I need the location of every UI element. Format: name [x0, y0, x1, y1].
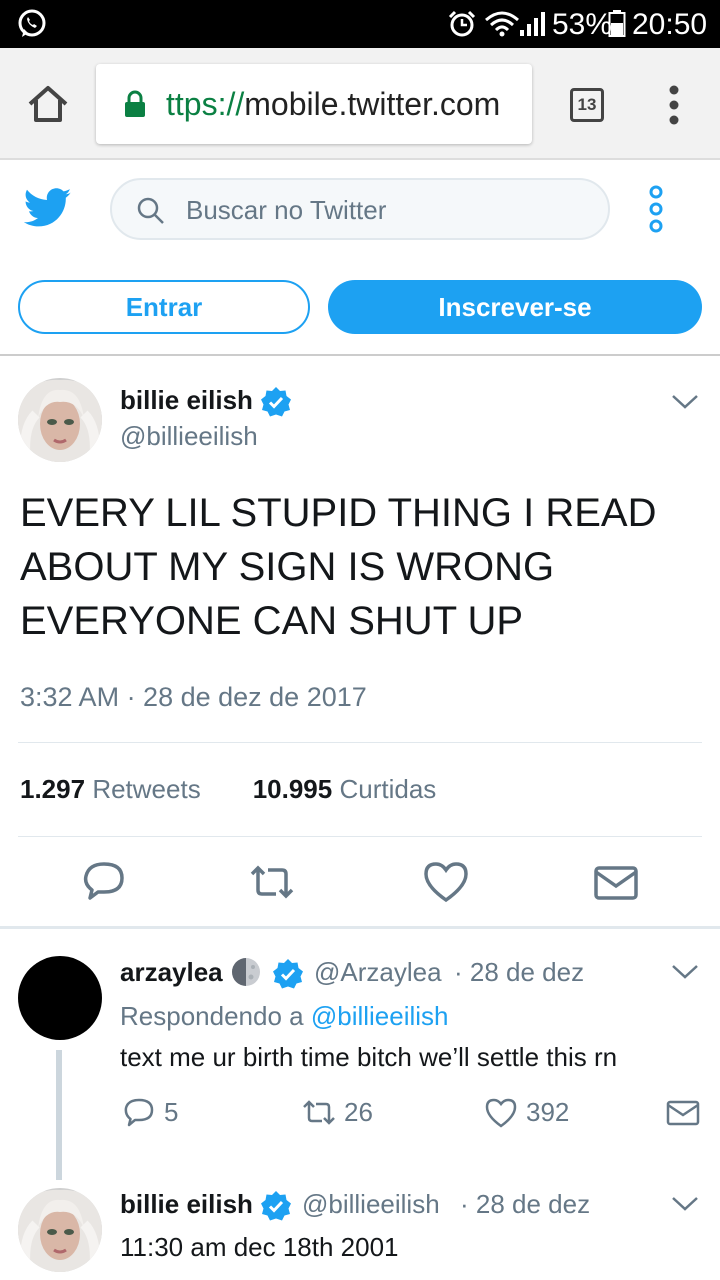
retweet-icon[interactable]	[248, 858, 296, 906]
replying-to-prefix: Respondendo a	[120, 1001, 304, 1031]
reply-author-handle[interactable]: @Arzaylea	[314, 956, 442, 988]
battery-icon	[608, 10, 626, 37]
status-clock: 20:50	[632, 8, 708, 41]
retweet-count[interactable]: 1.297	[20, 774, 85, 804]
avatar[interactable]	[18, 956, 102, 1040]
replying-to-link[interactable]: @billieeilish	[311, 1001, 449, 1031]
reply-icon[interactable]	[80, 858, 128, 906]
address-bar[interactable]: ttps://mobile.twitter.com	[96, 64, 532, 144]
tweet-timestamp[interactable]: 3:32 AM · 28 de dez de 2017	[20, 680, 367, 714]
like-label[interactable]: Curtidas	[339, 774, 436, 804]
browser-toolbar: ttps://mobile.twitter.com 13	[0, 48, 720, 160]
like-heart-icon[interactable]	[484, 1096, 518, 1130]
divider	[18, 742, 702, 743]
verified-badge-icon	[261, 387, 291, 417]
tweet-stats: 1.297 Retweets 10.995 Curtidas	[20, 772, 436, 806]
reply2-text: 11:30 am dec 18th 2001	[120, 1232, 399, 1262]
lock-icon	[125, 90, 145, 117]
tweet-text: EVERY LIL STUPID THING I READ ABOUT MY S…	[20, 491, 657, 643]
chevron-down-icon[interactable]	[670, 962, 700, 982]
more-vertical-icon[interactable]	[664, 84, 684, 126]
retweet-icon[interactable]	[302, 1096, 336, 1130]
twitter-bird-icon[interactable]	[24, 186, 72, 230]
signal-icon	[520, 12, 545, 36]
verified-badge-icon	[273, 959, 303, 989]
avatar-image	[18, 378, 102, 462]
divider	[0, 926, 720, 929]
whatsapp-notification-icon	[18, 9, 46, 37]
login-button[interactable]: Entrar	[18, 280, 310, 334]
search-icon	[137, 197, 164, 224]
search-input[interactable]: Buscar no Twitter	[110, 178, 610, 240]
alarm-icon	[448, 10, 476, 37]
home-icon[interactable]	[26, 82, 70, 126]
thread-line	[56, 1050, 62, 1180]
avatar[interactable]	[18, 1188, 102, 1272]
author-name[interactable]: billie eilish	[120, 384, 253, 416]
divider	[18, 836, 702, 837]
url-host: mobile.twitter.com	[244, 86, 501, 122]
tab-switcher-button[interactable]: 13	[570, 88, 604, 122]
author-handle[interactable]: @billieeilish	[120, 420, 258, 452]
reply-author-name[interactable]: arzaylea	[120, 956, 223, 988]
signup-button[interactable]: Inscrever-se	[328, 280, 702, 334]
chevron-down-icon[interactable]	[670, 392, 700, 412]
like-count[interactable]: 10.995	[253, 774, 333, 804]
retweet-count: 26	[344, 1097, 373, 1127]
direct-message-icon[interactable]	[592, 858, 640, 906]
reply2-author-name[interactable]: billie eilish	[120, 1188, 253, 1220]
direct-message-icon[interactable]	[666, 1096, 700, 1130]
reply2-date[interactable]: · 28 de dez	[460, 1188, 590, 1220]
battery-percent: 53%	[552, 8, 613, 41]
retweet-label[interactable]: Retweets	[92, 774, 200, 804]
reply-count: 5	[164, 1097, 179, 1127]
like-heart-icon[interactable]	[422, 858, 470, 906]
url-text: ttps://mobile.twitter.com	[166, 84, 500, 124]
status-bar: 53% 20:50	[0, 0, 720, 48]
like-count: 392	[526, 1097, 570, 1127]
reply-text: text me ur birth time bitch we’ll settle…	[120, 1042, 618, 1072]
reply2-author-handle[interactable]: @billieeilish	[302, 1188, 440, 1220]
verified-badge-icon	[261, 1191, 291, 1221]
avatar[interactable]	[18, 378, 102, 462]
replying-to: Respondendo a @billieeilish	[120, 1000, 449, 1032]
more-options-icon[interactable]	[646, 184, 666, 234]
divider	[0, 354, 720, 356]
wifi-icon	[485, 11, 519, 37]
reply-icon[interactable]	[122, 1096, 156, 1130]
url-scheme: ttps://	[166, 86, 245, 122]
avatar-image	[18, 1188, 102, 1272]
moon-emoji-icon	[232, 958, 260, 986]
chevron-down-icon[interactable]	[670, 1194, 700, 1214]
reply-date[interactable]: · 28 de dez	[454, 956, 584, 988]
search-placeholder: Buscar no Twitter	[186, 195, 387, 225]
